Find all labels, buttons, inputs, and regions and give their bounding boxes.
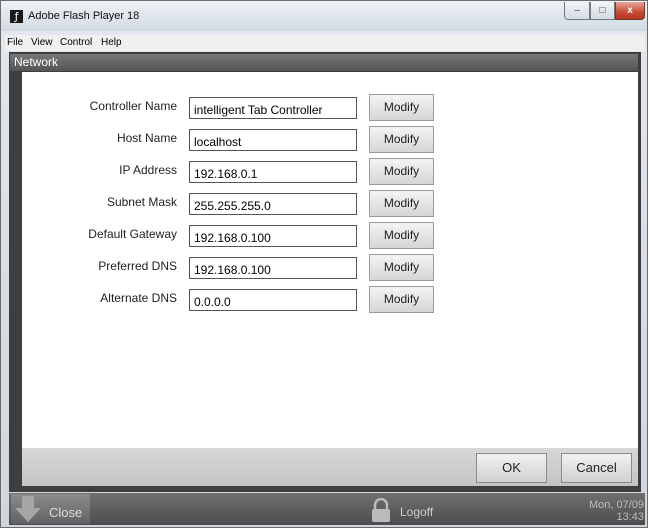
modify-default-gateway-button[interactable]: Modify [369,222,434,249]
datetime-display: Mon, 07/09 13:43 [589,499,644,523]
ip-address-label: IP Address [119,163,177,177]
subnet-mask-label: Subnet Mask [106,195,177,209]
maximize-button[interactable]: □ [590,2,615,20]
host-name-field[interactable]: localhost [189,129,357,151]
preferred-dns-field[interactable]: 192.168.0.100 [189,257,357,279]
cancel-button[interactable]: Cancel [561,453,632,483]
ok-button[interactable]: OK [476,453,547,483]
menu-control[interactable]: Control [60,37,92,48]
modify-preferred-dns-button[interactable]: Modify [369,254,434,281]
bottom-bar [9,493,645,525]
close-window-button[interactable]: x [615,2,645,20]
controller-name-field[interactable]: intelligent Tab Controller [189,97,357,119]
default-gateway-field[interactable]: 192.168.0.100 [189,225,357,247]
menu-bar: File View Control Help [5,35,645,51]
down-arrow-icon [15,496,41,522]
time-text: 13:43 [616,511,644,523]
menu-file[interactable]: File [7,37,23,48]
title-bar: ƒ Adobe Flash Player 18 – □ x [1,1,647,31]
alternate-dns-field[interactable]: 0.0.0.0 [189,289,357,311]
host-name-label: Host Name [116,131,177,145]
menu-view[interactable]: View [31,37,53,48]
logoff-label[interactable]: Logoff [400,505,433,519]
alternate-dns-label: Alternate DNS [100,291,177,305]
modify-alternate-dns-button[interactable]: Modify [369,286,434,313]
menu-help[interactable]: Help [101,37,122,48]
lock-icon [372,498,390,522]
modify-host-name-button[interactable]: Modify [369,126,434,153]
close-label[interactable]: Close [49,505,82,520]
modify-controller-name-button[interactable]: Modify [369,94,434,121]
modify-ip-address-button[interactable]: Modify [369,158,434,185]
window-title: Adobe Flash Player 18 [28,10,140,22]
flash-icon: ƒ [10,10,23,23]
panel-title: Network [10,54,638,71]
minimize-button[interactable]: – [564,2,590,20]
ip-address-field[interactable]: 192.168.0.1 [189,161,357,183]
default-gateway-label: Default Gateway [88,227,177,241]
preferred-dns-label: Preferred DNS [98,259,177,273]
controller-name-label: Controller Name [89,99,177,113]
modify-subnet-mask-button[interactable]: Modify [369,190,434,217]
date-text: Mon, 07/09 [588,499,644,511]
subnet-mask-field[interactable]: 255.255.255.0 [189,193,357,215]
